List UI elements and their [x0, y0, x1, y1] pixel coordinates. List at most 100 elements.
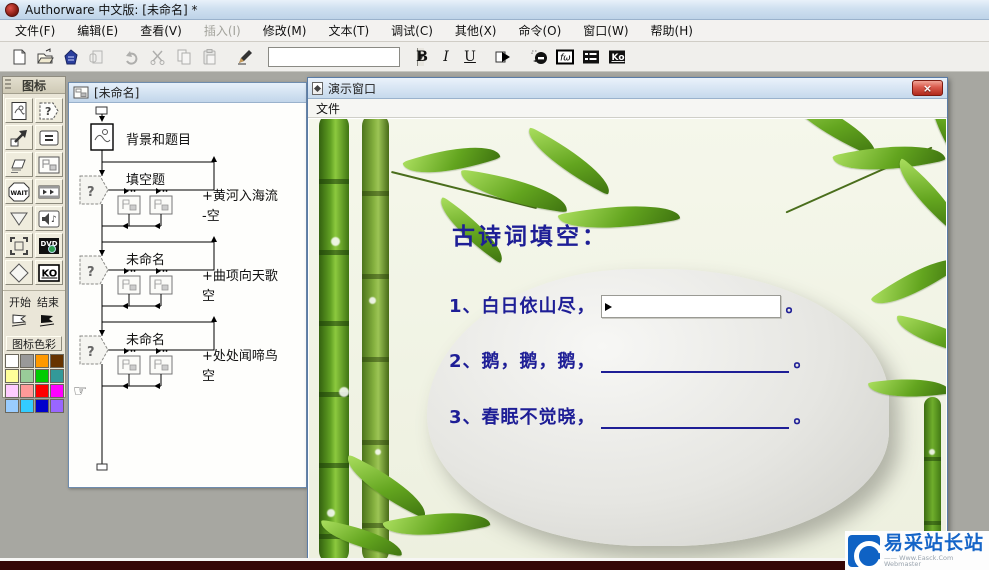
- open-file-button[interactable]: [34, 46, 56, 68]
- svg-text:fω: fω: [560, 53, 571, 63]
- display-node[interactable]: [90, 123, 114, 151]
- sound-icon-button[interactable]: ♪: [35, 206, 63, 231]
- presentation-window-icon: [312, 81, 323, 95]
- menu-file[interactable]: 文件(F): [4, 19, 66, 42]
- dvd-icon-button[interactable]: DVD: [35, 233, 63, 258]
- presentation-titlebar[interactable]: 演示窗口 ×: [308, 78, 947, 99]
- flowline-end-marker: [96, 463, 108, 471]
- bold-button[interactable]: B: [412, 47, 432, 67]
- palette-grip[interactable]: [5, 79, 11, 91]
- watermark-tagline: —— Www.Easck.Com Webmaster: [884, 553, 954, 568]
- color-swatch[interactable]: [49, 354, 64, 368]
- menu-window[interactable]: 窗口(W): [572, 19, 639, 42]
- knowledge-objects-button[interactable]: Ko: [606, 46, 628, 68]
- response-label: +处处闻啼鸟: [202, 348, 278, 364]
- color-swatch[interactable]: [4, 354, 19, 368]
- save-button[interactable]: [60, 46, 82, 68]
- knowledge-object-icon: KO: [38, 263, 60, 282]
- functions-button[interactable]: fω: [554, 46, 576, 68]
- color-swatch[interactable]: [19, 369, 34, 383]
- interaction-1-label: 填空题: [126, 173, 165, 188]
- menu-insert: 插入(I): [203, 24, 241, 38]
- navigation-icon-button[interactable]: [5, 206, 33, 231]
- write-button[interactable]: [234, 46, 256, 68]
- control-panel-icon: [531, 50, 547, 64]
- color-swatch[interactable]: [34, 354, 49, 368]
- variables-icon: [583, 50, 599, 63]
- import-button: [86, 46, 108, 68]
- map-node[interactable]: [117, 195, 141, 215]
- control-panel-button[interactable]: [528, 46, 550, 68]
- color-swatch[interactable]: [49, 384, 64, 398]
- color-swatch[interactable]: [49, 369, 64, 383]
- map-node[interactable]: [149, 275, 173, 295]
- color-swatch[interactable]: [4, 369, 19, 383]
- sound-icon: ♪: [38, 210, 60, 227]
- text-style-combobox[interactable]: ▼: [268, 46, 425, 67]
- interaction-icon-button[interactable]: ?: [35, 98, 63, 123]
- start-flag-button[interactable]: [9, 312, 31, 331]
- color-swatch[interactable]: [4, 399, 19, 413]
- map-node[interactable]: [149, 355, 173, 375]
- erase-icon-button[interactable]: [5, 152, 33, 177]
- menu-edit[interactable]: 编辑(E): [66, 19, 129, 42]
- answer-entry-field[interactable]: [600, 295, 781, 318]
- new-file-button[interactable]: [8, 46, 30, 68]
- color-swatch[interactable]: [4, 384, 19, 398]
- start-flag-label: 开始: [9, 296, 31, 309]
- wait-icon-button[interactable]: WAIT: [5, 179, 33, 204]
- app-titlebar[interactable]: Authorware 中文版: [未命名] *: [0, 0, 989, 20]
- map-node[interactable]: [117, 355, 141, 375]
- svg-text:Ko: Ko: [612, 53, 625, 63]
- run-button[interactable]: [493, 46, 515, 68]
- scissors-icon: [150, 49, 165, 65]
- color-swatch[interactable]: [19, 384, 34, 398]
- svg-text:KO: KO: [42, 268, 58, 279]
- display-icon-button[interactable]: [5, 98, 33, 123]
- menu-commands[interactable]: 命令(O): [507, 19, 572, 42]
- map-icon-button[interactable]: [35, 152, 63, 177]
- map-node[interactable]: [117, 275, 141, 295]
- text-style-input[interactable]: [269, 47, 417, 66]
- menu-modify[interactable]: 修改(M): [252, 19, 318, 42]
- decision-icon-button[interactable]: [5, 260, 33, 285]
- question-1-suffix: 。: [785, 296, 805, 317]
- presentation-content: 古诗词填空： 1、白日依山尽， 。 2、鹅，鹅，鹅， 。 3、春眠不觉晓， 。: [309, 119, 946, 558]
- menu-debug[interactable]: 调试(C): [380, 19, 444, 42]
- color-swatch[interactable]: [34, 399, 49, 413]
- paste-button: [199, 46, 221, 68]
- flowchart-titlebar[interactable]: [未命名]: [69, 83, 306, 103]
- color-swatch[interactable]: [19, 399, 34, 413]
- color-swatch[interactable]: [19, 354, 34, 368]
- motion-icon-button[interactable]: [5, 125, 33, 150]
- menu-text[interactable]: 文本(T): [317, 19, 380, 42]
- icon-palette-header[interactable]: 图标: [3, 77, 65, 94]
- digital-movie-icon-button[interactable]: [35, 179, 63, 204]
- navigation-icon: [10, 212, 28, 226]
- close-button[interactable]: ×: [912, 80, 943, 96]
- menu-view[interactable]: 查看(V): [129, 19, 193, 42]
- interaction-2-node[interactable]: [79, 255, 109, 285]
- menu-other[interactable]: 其他(X): [444, 19, 508, 42]
- italic-button[interactable]: I: [436, 47, 456, 67]
- map-node[interactable]: [149, 195, 173, 215]
- knowledge-objects-icon: Ko: [609, 50, 625, 63]
- variables-button[interactable]: [580, 46, 602, 68]
- presentation-title: 演示窗口: [328, 81, 377, 96]
- flowchart-canvas[interactable]: ? 背景和题目 填空题 +黄河入海流 -空 未命名 +曲项向天歌 空 未命名 +…: [70, 104, 305, 486]
- response-label: -空: [202, 209, 220, 224]
- presentation-menu-file[interactable]: 文件: [316, 100, 340, 117]
- paste-hand-icon[interactable]: ☞: [73, 381, 87, 400]
- interaction-2-label: 未命名: [126, 252, 165, 268]
- underline-button[interactable]: U: [460, 47, 480, 67]
- end-flag-button[interactable]: [37, 312, 59, 331]
- calculation-icon-button[interactable]: [35, 125, 63, 150]
- color-swatch[interactable]: [34, 369, 49, 383]
- framework-icon-button[interactable]: [5, 233, 33, 258]
- color-swatch[interactable]: [49, 399, 64, 413]
- color-swatch[interactable]: [34, 384, 49, 398]
- interaction-1-node[interactable]: [79, 175, 109, 205]
- knowledge-object-icon-button[interactable]: KO: [35, 260, 63, 285]
- interaction-3-node[interactable]: [79, 335, 109, 365]
- menu-help[interactable]: 帮助(H): [640, 19, 704, 42]
